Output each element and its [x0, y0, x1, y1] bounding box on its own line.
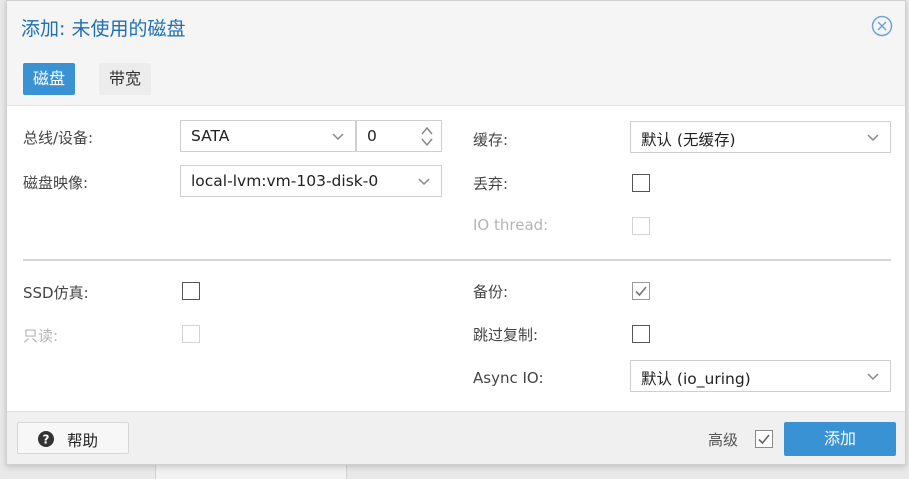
discard-label: 丢弃:	[473, 175, 509, 193]
dialog-titlebar: 添加: 未使用的磁盘	[7, 1, 905, 53]
bus-device-label: 总线/设备:	[23, 129, 94, 147]
skip-replication-checkbox[interactable]	[632, 325, 650, 343]
cache-value: 默认 (无缓存)	[641, 131, 736, 149]
device-number-value: 0	[367, 127, 377, 145]
advanced-checkbox[interactable]	[755, 430, 773, 448]
advanced-label: 高级	[708, 431, 739, 449]
disk-image-value: local-lvm:vm-103-disk-0	[191, 172, 379, 190]
bus-value: SATA	[191, 127, 230, 145]
chevron-down-icon[interactable]	[421, 138, 433, 147]
async-io-label: Async IO:	[473, 369, 544, 387]
help-button[interactable]: ? 帮助	[17, 422, 129, 454]
checkmark-icon	[758, 434, 770, 445]
disk-image-select[interactable]: local-lvm:vm-103-disk-0	[180, 165, 442, 197]
bus-select[interactable]: SATA	[180, 120, 356, 152]
close-icon[interactable]	[871, 15, 893, 37]
tab-bandwidth[interactable]: 带宽	[99, 63, 152, 95]
cache-select[interactable]: 默认 (无缓存)	[630, 121, 891, 153]
disk-image-label: 磁盘映像:	[23, 174, 89, 192]
iothread-checkbox[interactable]	[632, 217, 650, 235]
tab-bar: 磁盘 带宽	[7, 53, 905, 106]
add-disk-dialog: 添加: 未使用的磁盘 磁盘 带宽 总线/设备: SATA 0 磁盘映像: loc…	[6, 0, 906, 465]
discard-checkbox[interactable]	[632, 174, 650, 192]
dialog-title: 添加: 未使用的磁盘	[21, 18, 186, 40]
svg-text:?: ?	[43, 433, 50, 447]
ssd-emulation-checkbox[interactable]	[182, 282, 200, 300]
tab-disk[interactable]: 磁盘	[23, 63, 76, 95]
chevron-down-icon	[418, 178, 430, 186]
device-number-stepper[interactable]: 0	[356, 120, 442, 152]
chevron-down-icon	[867, 373, 879, 381]
ssd-emulation-label: SSD仿真:	[23, 284, 89, 302]
chevron-up-icon[interactable]	[421, 126, 433, 135]
dialog-footer: ? 帮助 高级 添加	[7, 411, 905, 464]
skip-replication-label: 跳过复制:	[473, 326, 539, 344]
backup-label: 备份:	[473, 283, 509, 301]
chevron-down-icon	[867, 134, 879, 142]
help-button-label: 帮助	[67, 432, 99, 450]
async-io-value: 默认 (io_uring)	[641, 370, 751, 388]
question-circle-icon: ?	[38, 431, 54, 447]
add-button[interactable]: 添加	[784, 422, 896, 456]
chevron-down-icon	[332, 133, 344, 141]
section-divider	[23, 259, 891, 261]
iothread-label: IO thread:	[473, 216, 549, 234]
checkmark-icon	[635, 286, 647, 297]
async-io-select[interactable]: 默认 (io_uring)	[630, 360, 891, 392]
readonly-checkbox[interactable]	[182, 325, 200, 343]
cache-label: 缓存:	[473, 131, 509, 149]
readonly-label: 只读:	[23, 327, 59, 345]
backup-checkbox[interactable]	[632, 282, 650, 300]
